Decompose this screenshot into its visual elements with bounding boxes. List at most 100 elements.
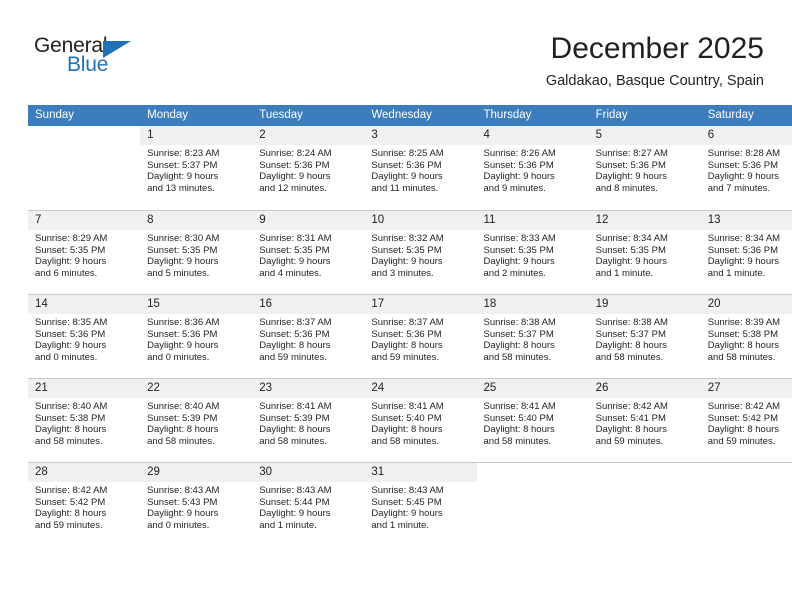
daylight-text-line2: and 0 minutes. bbox=[147, 351, 210, 363]
day-number: 28 bbox=[28, 463, 141, 482]
sunset-text: Sunset: 5:44 PM bbox=[259, 496, 330, 508]
sunset-text: Sunset: 5:40 PM bbox=[371, 412, 442, 424]
day-cell[interactable]: 17 Sunrise: 8:37 AM Sunset: 5:36 PM Dayligh… bbox=[364, 294, 477, 378]
day-info: Sunrise: 8:40 AM Sunset: 5:38 PM Daylight:… bbox=[28, 398, 140, 447]
day-info: Sunrise: 8:42 AM Sunset: 5:41 PM Daylight:… bbox=[589, 398, 701, 447]
daylight-text-line2: and 9 minutes. bbox=[483, 182, 546, 194]
day-cell[interactable]: 10 Sunrise: 8:32 AM Sunset: 5:35 PM Dayligh… bbox=[364, 210, 477, 294]
logo-text-blue: Blue bbox=[67, 53, 109, 76]
day-cell[interactable]: 6 Sunrise: 8:28 AM Sunset: 5:36 PM Daylight… bbox=[700, 126, 792, 210]
day-cell[interactable]: 9 Sunrise: 8:31 AM Sunset: 5:35 PM Daylight… bbox=[252, 210, 365, 294]
sunset-text: Sunset: 5:38 PM bbox=[707, 328, 778, 340]
daylight-text-line1: Daylight: 9 hours bbox=[35, 256, 107, 268]
day-cell[interactable]: 26 Sunrise: 8:42 AM Sunset: 5:41 PM Dayligh… bbox=[588, 378, 701, 462]
day-cell[interactable]: 8 Sunrise: 8:30 AM Sunset: 5:35 PM Daylight… bbox=[140, 210, 253, 294]
day-cell[interactable] bbox=[28, 126, 140, 210]
sunrise-text: Sunrise: 8:43 AM bbox=[259, 485, 332, 496]
daylight-text-line1: Daylight: 8 hours bbox=[595, 340, 667, 352]
day-cell[interactable]: 25 Sunrise: 8:41 AM Sunset: 5:40 PM Dayligh… bbox=[476, 378, 589, 462]
calendar-page: General Blue December 2025 Galdakao, Bas… bbox=[0, 0, 792, 612]
sunrise-text: Sunrise: 8:43 AM bbox=[371, 485, 444, 496]
title-block: December 2025 Galdakao, Basque Country, … bbox=[546, 30, 764, 92]
daylight-text-line2: and 58 minutes. bbox=[707, 351, 776, 363]
day-cell[interactable]: 29 Sunrise: 8:43 AM Sunset: 5:43 PM Dayligh… bbox=[140, 462, 253, 546]
sunset-text: Sunset: 5:35 PM bbox=[371, 244, 442, 256]
sunrise-text: Sunrise: 8:34 AM bbox=[707, 233, 781, 244]
day-cell[interactable]: 27 Sunrise: 8:42 AM Sunset: 5:42 PM Dayligh… bbox=[700, 378, 792, 462]
week-row: 7 Sunrise: 8:29 AM Sunset: 5:35 PM Daylight… bbox=[28, 210, 792, 294]
weekday-header-monday: Monday bbox=[140, 105, 253, 126]
sunrise-text: Sunrise: 8:27 AM bbox=[595, 148, 668, 159]
sunrise-text: Sunrise: 8:24 AM bbox=[259, 148, 332, 159]
day-number: 16 bbox=[252, 295, 365, 314]
general-blue-logo[interactable]: General Blue bbox=[34, 34, 214, 86]
day-cell[interactable]: 14 Sunrise: 8:35 AM Sunset: 5:36 PM Dayligh… bbox=[28, 294, 141, 378]
daylight-text-line1: Daylight: 9 hours bbox=[371, 256, 443, 268]
day-info: Sunrise: 8:41 AM Sunset: 5:40 PM Daylight:… bbox=[364, 398, 476, 447]
day-cell[interactable]: 22 Sunrise: 8:40 AM Sunset: 5:39 PM Dayligh… bbox=[140, 378, 253, 462]
day-cell[interactable]: 15 Sunrise: 8:36 AM Sunset: 5:36 PM Dayligh… bbox=[140, 294, 253, 378]
week-row: 14 Sunrise: 8:35 AM Sunset: 5:36 PM Dayligh… bbox=[28, 294, 792, 378]
sunset-text: Sunset: 5:42 PM bbox=[707, 412, 778, 424]
daylight-text-line2: and 2 minutes. bbox=[483, 267, 546, 279]
day-number: 11 bbox=[476, 211, 589, 230]
day-cell[interactable]: 2 Sunrise: 8:24 AM Sunset: 5:36 PM Daylight… bbox=[252, 126, 365, 210]
day-cell[interactable]: 31 Sunrise: 8:43 AM Sunset: 5:45 PM Dayligh… bbox=[364, 462, 477, 546]
sunrise-text: Sunrise: 8:28 AM bbox=[707, 148, 781, 159]
day-cell[interactable]: 3 Sunrise: 8:25 AM Sunset: 5:36 PM Daylight… bbox=[364, 126, 477, 210]
daylight-text-line1: Daylight: 8 hours bbox=[707, 340, 780, 352]
day-info: Sunrise: 8:26 AM Sunset: 5:36 PM Daylight:… bbox=[477, 145, 589, 194]
day-cell[interactable]: 12 Sunrise: 8:34 AM Sunset: 5:35 PM Dayligh… bbox=[588, 210, 701, 294]
day-number: 18 bbox=[476, 295, 589, 314]
day-cell[interactable]: 5 Sunrise: 8:27 AM Sunset: 5:36 PM Daylight… bbox=[588, 126, 701, 210]
day-number: 9 bbox=[252, 211, 365, 230]
weekday-header-tuesday: Tuesday bbox=[252, 105, 365, 126]
sunset-text: Sunset: 5:35 PM bbox=[483, 244, 554, 256]
day-number: 29 bbox=[140, 463, 253, 482]
day-number: 3 bbox=[364, 126, 477, 145]
sunset-text: Sunset: 5:36 PM bbox=[483, 159, 554, 171]
day-cell[interactable]: 7 Sunrise: 8:29 AM Sunset: 5:35 PM Daylight… bbox=[28, 210, 141, 294]
day-cell[interactable]: 13 Sunrise: 8:34 AM Sunset: 5:36 PM Dayligh… bbox=[700, 210, 792, 294]
sunrise-text: Sunrise: 8:23 AM bbox=[147, 148, 220, 159]
day-info: Sunrise: 8:37 AM Sunset: 5:36 PM Daylight:… bbox=[252, 314, 364, 363]
daylight-text-line1: Daylight: 9 hours bbox=[595, 256, 667, 268]
day-cell[interactable]: 21 Sunrise: 8:40 AM Sunset: 5:38 PM Dayligh… bbox=[28, 378, 141, 462]
day-cell[interactable] bbox=[700, 462, 792, 546]
daylight-text-line2: and 58 minutes. bbox=[595, 351, 664, 363]
day-cell[interactable]: 23 Sunrise: 8:41 AM Sunset: 5:39 PM Dayligh… bbox=[252, 378, 365, 462]
day-cell[interactable]: 19 Sunrise: 8:38 AM Sunset: 5:37 PM Dayligh… bbox=[588, 294, 701, 378]
day-number: 30 bbox=[252, 463, 365, 482]
day-number: 26 bbox=[588, 379, 701, 398]
daylight-text-line1: Daylight: 9 hours bbox=[147, 508, 219, 520]
sunset-text: Sunset: 5:37 PM bbox=[483, 328, 554, 340]
day-number: 24 bbox=[364, 379, 477, 398]
daylight-text-line1: Daylight: 9 hours bbox=[371, 171, 443, 183]
daylight-text-line2: and 59 minutes. bbox=[371, 351, 439, 363]
day-cell[interactable]: 30 Sunrise: 8:43 AM Sunset: 5:44 PM Dayligh… bbox=[252, 462, 365, 546]
day-cell[interactable]: 16 Sunrise: 8:37 AM Sunset: 5:36 PM Dayligh… bbox=[252, 294, 365, 378]
sunrise-text: Sunrise: 8:41 AM bbox=[483, 401, 556, 412]
daylight-text-line2: and 11 minutes. bbox=[371, 182, 439, 194]
sunset-text: Sunset: 5:36 PM bbox=[259, 328, 330, 340]
day-info: Sunrise: 8:32 AM Sunset: 5:35 PM Daylight:… bbox=[364, 230, 476, 279]
daylight-text-line1: Daylight: 9 hours bbox=[259, 508, 331, 520]
day-cell[interactable]: 4 Sunrise: 8:26 AM Sunset: 5:36 PM Daylight… bbox=[476, 126, 589, 210]
weekday-header-sunday: Sunday bbox=[28, 105, 141, 126]
day-cell[interactable] bbox=[588, 462, 701, 546]
day-number: 12 bbox=[588, 211, 701, 230]
day-cell[interactable]: 11 Sunrise: 8:33 AM Sunset: 5:35 PM Dayligh… bbox=[476, 210, 589, 294]
sunrise-text: Sunrise: 8:26 AM bbox=[483, 148, 556, 159]
day-cell[interactable] bbox=[476, 462, 589, 546]
day-number: 31 bbox=[364, 463, 477, 482]
daylight-text-line2: and 58 minutes. bbox=[259, 435, 327, 447]
page-header: General Blue December 2025 Galdakao, Bas… bbox=[28, 30, 764, 98]
calendar-header-row: Sunday Monday Tuesday Wednesday Thursday… bbox=[28, 105, 792, 126]
day-cell[interactable]: 20 Sunrise: 8:39 AM Sunset: 5:38 PM Dayligh… bbox=[700, 294, 792, 378]
sunset-text: Sunset: 5:36 PM bbox=[371, 328, 442, 340]
day-cell[interactable]: 1 Sunrise: 8:23 AM Sunset: 5:37 PM Daylight… bbox=[140, 126, 253, 210]
daylight-text-line2: and 4 minutes. bbox=[259, 267, 322, 279]
day-cell[interactable]: 24 Sunrise: 8:41 AM Sunset: 5:40 PM Dayligh… bbox=[364, 378, 477, 462]
day-cell[interactable]: 28 Sunrise: 8:42 AM Sunset: 5:42 PM Dayligh… bbox=[28, 462, 141, 546]
day-cell[interactable]: 18 Sunrise: 8:38 AM Sunset: 5:37 PM Dayligh… bbox=[476, 294, 589, 378]
